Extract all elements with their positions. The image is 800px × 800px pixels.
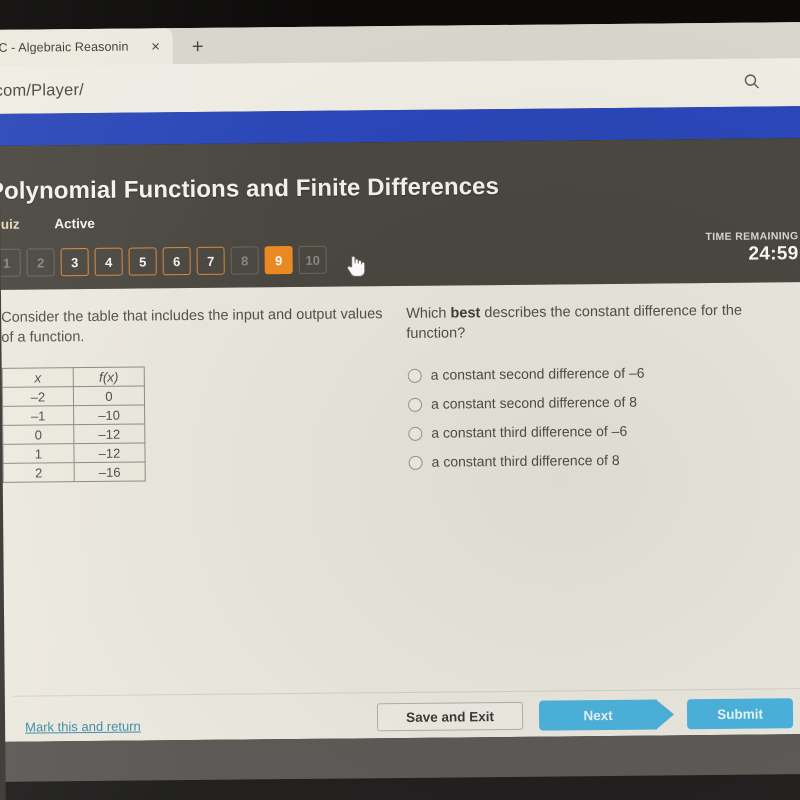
radio-button-icon[interactable]: [407, 397, 423, 412]
question-number-button[interactable]: 8: [230, 246, 259, 275]
mark-this-and-return-link[interactable]: Mark this and return: [25, 719, 141, 735]
table-cell-x: –2: [2, 386, 74, 407]
tab-title: OC - Algebraic Reasonin: [0, 39, 129, 55]
radio-button-icon[interactable]: [408, 426, 423, 441]
answer-choice-label: a constant third difference of –6: [431, 422, 628, 441]
close-icon[interactable]: ×: [149, 38, 163, 55]
prompt-emphasis: best: [450, 305, 481, 322]
table-cell-x: –1: [2, 405, 74, 426]
answer-choice-label: a constant second difference of –6: [430, 364, 645, 383]
table-row: 0 –12: [2, 423, 145, 445]
question-number-button[interactable]: 6: [162, 247, 191, 276]
radio-button-icon[interactable]: [407, 368, 422, 383]
function-value-table: x f(x) –2 0 –1 –10 0 –12 1 –12 2 –16: [1, 366, 146, 483]
question-prompt-left: Consider the table that includes the inp…: [1, 306, 383, 346]
table-header-fx: f(x): [73, 366, 145, 387]
table-row: –2 0: [2, 385, 145, 407]
table-row: 1 –12: [2, 442, 146, 464]
question-number-button[interactable]: 1: [0, 248, 21, 277]
save-and-exit-button[interactable]: Save and Exit: [376, 701, 524, 732]
table-cell-x: 0: [2, 424, 74, 445]
question-number-button[interactable]: 5: [128, 247, 157, 276]
question-number-button[interactable]: 7: [196, 246, 225, 275]
footer-button-row: Save and Exit Next Submit: [376, 698, 794, 732]
next-button[interactable]: Next: [538, 699, 658, 731]
answer-choice[interactable]: a constant second difference of 8: [407, 391, 787, 413]
answer-choice[interactable]: a constant third difference of –6: [407, 420, 787, 442]
time-remaining-label: TIME REMAINING: [705, 230, 799, 244]
time-remaining: TIME REMAINING 24:59: [705, 230, 798, 266]
question-number-button[interactable]: 3: [60, 247, 89, 277]
question-number-button[interactable]: 4: [94, 247, 123, 276]
table-cell-fx: –10: [73, 404, 145, 425]
question-number-button[interactable]: 2: [26, 248, 55, 277]
url-bar[interactable]: [0, 58, 800, 114]
question-number-button[interactable]: 9: [264, 246, 293, 275]
quiz-content-page: Consider the table that includes the inp…: [0, 282, 800, 742]
monitor-photo: OC - Algebraic Reasonin × + /.com/Player…: [0, 0, 800, 800]
footer-divider: [12, 688, 800, 697]
table-cell-fx: –12: [73, 423, 145, 444]
new-tab-icon[interactable]: +: [189, 36, 207, 58]
table-cell-x: 1: [2, 443, 75, 464]
question-right-column: Which best describes the constant differ…: [406, 300, 788, 482]
table-header-x: x: [2, 367, 74, 388]
table-cell-fx: –12: [73, 442, 146, 463]
quiz-state-label: Active: [54, 215, 95, 232]
prompt-text-pre: Which: [406, 305, 451, 322]
submit-button[interactable]: Submit: [686, 698, 794, 730]
table-row: 2 –16: [3, 461, 146, 483]
page-title: Polynomial Functions and Finite Differen…: [0, 173, 500, 205]
table-cell-fx: 0: [73, 385, 145, 406]
radio-button-icon[interactable]: [408, 455, 423, 470]
table-row: –1 –10: [2, 404, 145, 426]
search-icon[interactable]: [743, 73, 761, 91]
question-columns: Consider the table that includes the inp…: [1, 300, 795, 486]
table-cell-x: 2: [3, 462, 75, 483]
answer-choice-list[interactable]: a constant second difference of –6 a cons…: [407, 362, 788, 471]
answer-choice-label: a constant second difference of 8: [430, 393, 638, 412]
table-cell-fx: –16: [74, 461, 146, 482]
table-header-row: x f(x): [2, 366, 145, 388]
browser-tab[interactable]: OC - Algebraic Reasonin: [0, 28, 173, 67]
question-pager[interactable]: 1 2 3 4 5 6 7 8 9 10: [0, 245, 327, 277]
question-prompt-right: Which best describes the constant differ…: [406, 300, 786, 344]
question-number-button[interactable]: 10: [298, 245, 327, 274]
answer-choice-label: a constant third difference of 8: [431, 451, 620, 470]
question-left-column: Consider the table that includes the inp…: [1, 304, 388, 486]
quiz-type-label: Quiz: [0, 216, 20, 232]
url-text[interactable]: /.com/Player/: [0, 81, 84, 101]
answer-choice[interactable]: a constant second difference of –6: [407, 362, 787, 384]
answer-choice[interactable]: a constant third difference of 8: [408, 449, 788, 471]
time-remaining-value: 24:59: [748, 243, 799, 265]
